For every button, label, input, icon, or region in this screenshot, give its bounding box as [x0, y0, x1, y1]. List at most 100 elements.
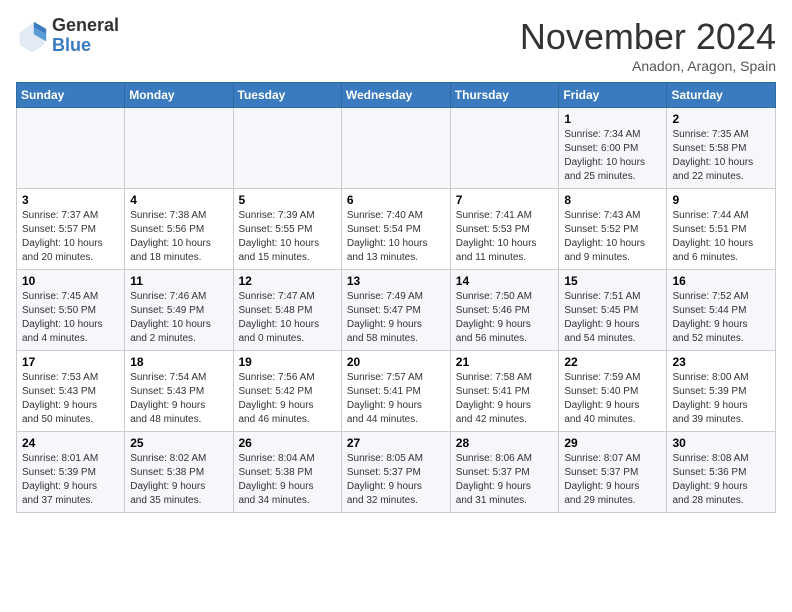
- day-number: 18: [130, 355, 227, 369]
- calendar-cell: 27Sunrise: 8:05 AM Sunset: 5:37 PM Dayli…: [341, 432, 450, 513]
- calendar-cell: 21 Sunrise: 7:58 AM Sunset: 5:41 PM Dayli…: [450, 351, 559, 432]
- day-number: 9: [672, 193, 770, 207]
- calendar-cell: 28 Sunrise: 8:06 AM Sunset: 5:37 PM Dayli…: [450, 432, 559, 513]
- calendar-body: 1Sunrise: 7:34 AM Sunset: 6:00 PM Daylig…: [17, 108, 776, 513]
- day-number: 25: [130, 436, 227, 450]
- day-number: 22: [564, 355, 661, 369]
- calendar-cell: 13Sunrise: 7:49 AM Sunset: 5:47 PM Dayli…: [341, 270, 450, 351]
- day-number: 7: [456, 193, 554, 207]
- weekday-header-thursday: Thursday: [450, 83, 559, 108]
- day-info: Sunrise: 7:58 AM Sunset: 5:41 PM Dayligh…: [456, 371, 554, 427]
- calendar-cell: 2 Sunrise: 7:35 AM Sunset: 5:58 PM Daylig…: [667, 108, 776, 189]
- calendar-cell: 1Sunrise: 7:34 AM Sunset: 6:00 PM Daylig…: [559, 108, 667, 189]
- day-number: 3: [22, 193, 119, 207]
- calendar-cell: 6 Sunrise: 7:40 AM Sunset: 5:54 PM Daylig…: [341, 189, 450, 270]
- day-number: 10: [22, 274, 119, 288]
- calendar-cell: 23Sunrise: 8:00 AM Sunset: 5:39 PM Dayli…: [667, 351, 776, 432]
- weekday-header-row: SundayMondayTuesdayWednesdayThursdayFrid…: [17, 83, 776, 108]
- calendar-cell: 30 Sunrise: 8:08 AM Sunset: 5:36 PM Dayli…: [667, 432, 776, 513]
- day-number: 15: [564, 274, 661, 288]
- day-number: 11: [130, 274, 227, 288]
- logo: General Blue: [16, 16, 119, 56]
- calendar-cell: 7Sunrise: 7:41 AM Sunset: 5:53 PM Daylig…: [450, 189, 559, 270]
- calendar-week-3: 10 Sunrise: 7:45 AM Sunset: 5:50 PM Dayli…: [17, 270, 776, 351]
- day-number: 14: [456, 274, 554, 288]
- day-number: 12: [239, 274, 336, 288]
- day-info: Sunrise: 7:52 AM Sunset: 5:44 PM Dayligh…: [672, 290, 770, 346]
- day-info: Sunrise: 7:50 AM Sunset: 5:46 PM Dayligh…: [456, 290, 554, 346]
- calendar-cell: 10 Sunrise: 7:45 AM Sunset: 5:50 PM Dayli…: [17, 270, 125, 351]
- day-number: 2: [672, 112, 770, 126]
- day-number: 24: [22, 436, 119, 450]
- calendar-cell: 9 Sunrise: 7:44 AM Sunset: 5:51 PM Daylig…: [667, 189, 776, 270]
- calendar-cell: [450, 108, 559, 189]
- calendar-cell: 17 Sunrise: 7:53 AM Sunset: 5:43 PM Dayli…: [17, 351, 125, 432]
- calendar-week-4: 17 Sunrise: 7:53 AM Sunset: 5:43 PM Dayli…: [17, 351, 776, 432]
- day-number: 13: [347, 274, 445, 288]
- day-number: 28: [456, 436, 554, 450]
- day-info: Sunrise: 7:57 AM Sunset: 5:41 PM Dayligh…: [347, 371, 445, 427]
- day-info: Sunrise: 8:00 AM Sunset: 5:39 PM Dayligh…: [672, 371, 770, 427]
- calendar-table: SundayMondayTuesdayWednesdayThursdayFrid…: [16, 82, 776, 513]
- weekday-header-saturday: Saturday: [667, 83, 776, 108]
- calendar-cell: 22 Sunrise: 7:59 AM Sunset: 5:40 PM Dayli…: [559, 351, 667, 432]
- day-info: Sunrise: 7:39 AM Sunset: 5:55 PM Dayligh…: [239, 209, 336, 265]
- calendar-cell: 25 Sunrise: 8:02 AM Sunset: 5:38 PM Dayli…: [125, 432, 233, 513]
- calendar-cell: 12 Sunrise: 7:47 AM Sunset: 5:48 PM Dayli…: [233, 270, 341, 351]
- month-title: November 2024: [520, 16, 776, 58]
- day-number: 20: [347, 355, 445, 369]
- calendar-cell: 5 Sunrise: 7:39 AM Sunset: 5:55 PM Daylig…: [233, 189, 341, 270]
- logo-general: General: [52, 16, 119, 36]
- calendar-cell: 18 Sunrise: 7:54 AM Sunset: 5:43 PM Dayli…: [125, 351, 233, 432]
- day-info: Sunrise: 7:45 AM Sunset: 5:50 PM Dayligh…: [22, 290, 119, 346]
- day-number: 1: [564, 112, 661, 126]
- day-info: Sunrise: 7:35 AM Sunset: 5:58 PM Dayligh…: [672, 128, 770, 184]
- logo-icon: [16, 20, 48, 52]
- weekday-header-wednesday: Wednesday: [341, 83, 450, 108]
- day-number: 30: [672, 436, 770, 450]
- day-number: 27: [347, 436, 445, 450]
- day-info: Sunrise: 8:06 AM Sunset: 5:37 PM Dayligh…: [456, 452, 554, 508]
- day-number: 17: [22, 355, 119, 369]
- day-info: Sunrise: 7:37 AM Sunset: 5:57 PM Dayligh…: [22, 209, 119, 265]
- day-number: 21: [456, 355, 554, 369]
- calendar-cell: 15Sunrise: 7:51 AM Sunset: 5:45 PM Dayli…: [559, 270, 667, 351]
- day-info: Sunrise: 7:44 AM Sunset: 5:51 PM Dayligh…: [672, 209, 770, 265]
- weekday-header-friday: Friday: [559, 83, 667, 108]
- calendar-week-2: 3 Sunrise: 7:37 AM Sunset: 5:57 PM Daylig…: [17, 189, 776, 270]
- day-info: Sunrise: 7:47 AM Sunset: 5:48 PM Dayligh…: [239, 290, 336, 346]
- location: Anadon, Aragon, Spain: [520, 58, 776, 74]
- calendar-cell: 8 Sunrise: 7:43 AM Sunset: 5:52 PM Daylig…: [559, 189, 667, 270]
- day-number: 19: [239, 355, 336, 369]
- page-header: General Blue November 2024 Anadon, Arago…: [16, 16, 776, 74]
- day-info: Sunrise: 7:54 AM Sunset: 5:43 PM Dayligh…: [130, 371, 227, 427]
- weekday-header-monday: Monday: [125, 83, 233, 108]
- day-info: Sunrise: 7:40 AM Sunset: 5:54 PM Dayligh…: [347, 209, 445, 265]
- day-info: Sunrise: 8:08 AM Sunset: 5:36 PM Dayligh…: [672, 452, 770, 508]
- calendar-cell: 16 Sunrise: 7:52 AM Sunset: 5:44 PM Dayli…: [667, 270, 776, 351]
- day-info: Sunrise: 7:53 AM Sunset: 5:43 PM Dayligh…: [22, 371, 119, 427]
- day-info: Sunrise: 7:59 AM Sunset: 5:40 PM Dayligh…: [564, 371, 661, 427]
- title-block: November 2024 Anadon, Aragon, Spain: [520, 16, 776, 74]
- calendar-cell: 24Sunrise: 8:01 AM Sunset: 5:39 PM Dayli…: [17, 432, 125, 513]
- day-info: Sunrise: 8:04 AM Sunset: 5:38 PM Dayligh…: [239, 452, 336, 508]
- day-number: 29: [564, 436, 661, 450]
- calendar-cell: 19 Sunrise: 7:56 AM Sunset: 5:42 PM Dayli…: [233, 351, 341, 432]
- day-info: Sunrise: 7:43 AM Sunset: 5:52 PM Dayligh…: [564, 209, 661, 265]
- day-number: 26: [239, 436, 336, 450]
- day-number: 5: [239, 193, 336, 207]
- calendar-cell: [341, 108, 450, 189]
- calendar-cell: 26 Sunrise: 8:04 AM Sunset: 5:38 PM Dayli…: [233, 432, 341, 513]
- day-number: 16: [672, 274, 770, 288]
- day-info: Sunrise: 8:02 AM Sunset: 5:38 PM Dayligh…: [130, 452, 227, 508]
- logo-text: General Blue: [52, 16, 119, 56]
- day-number: 8: [564, 193, 661, 207]
- calendar-cell: 3 Sunrise: 7:37 AM Sunset: 5:57 PM Daylig…: [17, 189, 125, 270]
- day-info: Sunrise: 8:07 AM Sunset: 5:37 PM Dayligh…: [564, 452, 661, 508]
- weekday-header-tuesday: Tuesday: [233, 83, 341, 108]
- day-info: Sunrise: 7:56 AM Sunset: 5:42 PM Dayligh…: [239, 371, 336, 427]
- calendar-cell: 14 Sunrise: 7:50 AM Sunset: 5:46 PM Dayli…: [450, 270, 559, 351]
- day-info: Sunrise: 7:38 AM Sunset: 5:56 PM Dayligh…: [130, 209, 227, 265]
- day-number: 6: [347, 193, 445, 207]
- day-info: Sunrise: 7:46 AM Sunset: 5:49 PM Dayligh…: [130, 290, 227, 346]
